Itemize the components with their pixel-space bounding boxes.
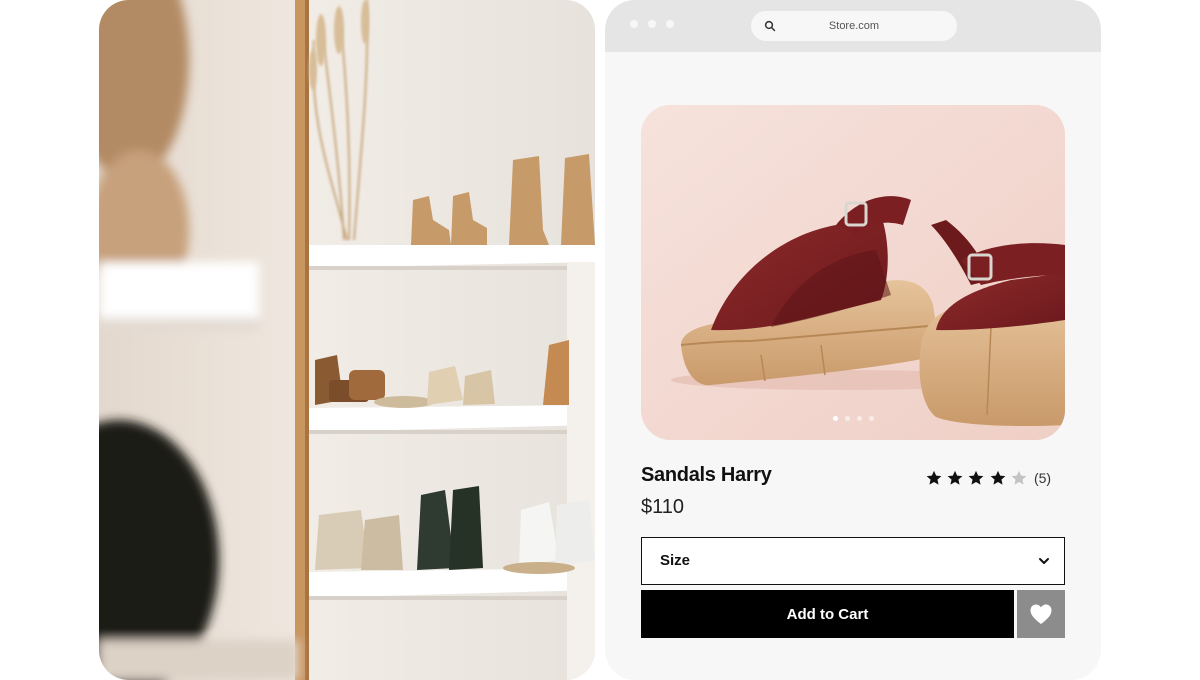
carousel-dot[interactable] bbox=[844, 416, 850, 421]
star-icon bbox=[990, 470, 1005, 485]
lifestyle-photo bbox=[99, 0, 595, 680]
star-empty-icon bbox=[1011, 470, 1027, 485]
star-icon bbox=[947, 470, 963, 485]
product-price: $110 bbox=[641, 496, 685, 518]
add-to-cart-button[interactable]: Add to Cart bbox=[641, 590, 1014, 638]
product-name: Sandals Harry bbox=[641, 464, 772, 486]
star-icon bbox=[969, 470, 984, 485]
window-control-dot[interactable] bbox=[666, 20, 674, 28]
product-image-carousel[interactable] bbox=[641, 105, 1065, 440]
window-control-dot[interactable] bbox=[630, 20, 638, 28]
product-rating[interactable]: (5) bbox=[925, 466, 1051, 490]
size-select[interactable]: Size bbox=[641, 537, 1065, 585]
heart-icon bbox=[1030, 604, 1052, 624]
star-icon bbox=[926, 470, 942, 485]
review-count[interactable]: (5) bbox=[1034, 470, 1051, 486]
product-image bbox=[641, 105, 1065, 440]
chevron-down-icon bbox=[1039, 558, 1049, 564]
carousel-dot[interactable] bbox=[832, 416, 838, 421]
carousel-indicators bbox=[641, 416, 1065, 421]
carousel-dot[interactable] bbox=[868, 416, 874, 421]
wishlist-button[interactable] bbox=[1017, 590, 1065, 638]
window-control-dot[interactable] bbox=[648, 20, 656, 28]
browser-window: Store.com Sandals Harry (5) $110 Size Ad… bbox=[605, 0, 1101, 680]
size-select-label: Size bbox=[660, 552, 691, 569]
address-url: Store.com bbox=[828, 20, 880, 32]
carousel-dot[interactable] bbox=[856, 416, 862, 421]
browser-toolbar: Store.com bbox=[605, 0, 1101, 52]
address-bar[interactable]: Store.com bbox=[751, 11, 957, 41]
